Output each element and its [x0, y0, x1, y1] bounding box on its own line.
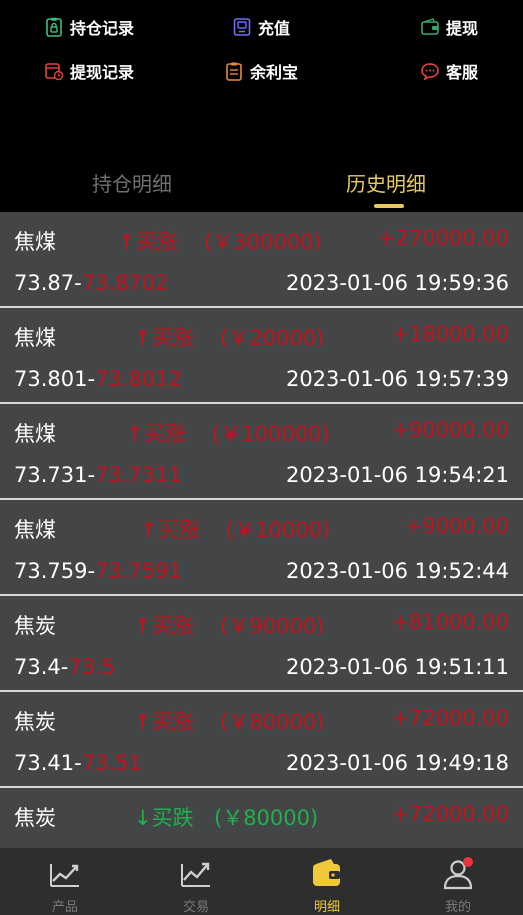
- close-price: 73.7591: [95, 559, 182, 583]
- product-name: 焦炭: [14, 806, 56, 830]
- profit-amount: +90000.00: [391, 418, 509, 442]
- product-name: 焦煤: [14, 422, 56, 446]
- stake-amount: (￥20000): [220, 326, 325, 350]
- timestamp: 2023-01-06 19:57:39: [285, 367, 509, 391]
- quick-action-label: 充值: [258, 19, 291, 38]
- list-item[interactable]: 焦煤 ↑买涨 (￥300000) +270000.00 73.87-73.870…: [0, 212, 523, 308]
- bottom-nav: 产品 交易 明细 我的: [0, 848, 523, 915]
- price-range: 73.731-73.7311: [14, 463, 182, 487]
- clipboard-icon: [226, 62, 242, 81]
- clipboard-lock-icon: [46, 17, 62, 37]
- nav-item-products[interactable]: 产品: [0, 848, 130, 915]
- direction-label: ↓买跌: [134, 806, 194, 830]
- profit-amount: +9000.00: [404, 514, 509, 538]
- nav-label: 交易: [182, 900, 209, 915]
- product-name: 焦煤: [14, 518, 56, 542]
- open-price: 73.759-: [14, 559, 96, 583]
- header-area: 持仓记录 充值 提现 提现记录 余利宝 客服 持仓明细 历史明细: [0, 0, 523, 212]
- tab-positions[interactable]: 持仓明细: [92, 168, 172, 197]
- list-item[interactable]: 焦炭 ↑买涨 (￥80000) +72000.00 73.41-73.51 20…: [0, 692, 523, 788]
- list-item[interactable]: 焦炭 ↓买跌 (￥80000) +72000.00: [0, 788, 523, 848]
- price-range: 73.4-73.5: [14, 655, 115, 679]
- timestamp: 2023-01-06 19:59:36: [285, 271, 509, 295]
- open-price: 73.4-: [14, 655, 69, 679]
- list-item[interactable]: 焦煤 ↑买涨 (￥10000) +9000.00 73.759-73.7591 …: [0, 500, 523, 596]
- close-price: 73.8702: [81, 271, 169, 295]
- quick-action-label: 提现: [446, 19, 479, 38]
- direction-label: ↑买涨: [134, 614, 194, 638]
- product-name: 焦炭: [14, 710, 56, 734]
- product-name: 焦炭: [14, 614, 56, 638]
- product-name: 焦煤: [14, 326, 56, 350]
- stake-amount: (￥300000): [204, 230, 322, 254]
- quick-action-withdraw-record[interactable]: 提现记录: [44, 59, 134, 83]
- nav-label: 明细: [313, 900, 340, 915]
- profit-amount: +270000.00: [377, 226, 509, 250]
- quick-action-withdraw[interactable]: 提现: [420, 15, 478, 39]
- notification-dot: [463, 857, 473, 867]
- direction-label: ↑买涨: [134, 326, 194, 350]
- nav-item-details[interactable]: 明细: [262, 848, 392, 915]
- stake-amount: (￥10000): [226, 518, 331, 542]
- nav-label: 产品: [51, 900, 78, 915]
- tab-indicator: [374, 204, 404, 208]
- quick-action-yulibao[interactable]: 余利宝: [224, 59, 298, 83]
- close-price: 73.8012: [95, 367, 182, 391]
- nav-label: 我的: [444, 900, 471, 915]
- stake-amount: (￥90000): [220, 614, 325, 638]
- direction-label: ↑买涨: [126, 422, 186, 446]
- list-item[interactable]: 焦炭 ↑买涨 (￥90000) +81000.00 73.4-73.5 2023…: [0, 596, 523, 692]
- price-range: 73.41-73.51: [14, 751, 142, 775]
- quick-action-customer-service[interactable]: 客服: [420, 59, 478, 83]
- wallet-icon: [313, 859, 340, 886]
- profit-amount: +72000.00: [391, 802, 509, 826]
- quick-action-label: 客服: [446, 63, 479, 82]
- list-item[interactable]: 焦煤 ↑买涨 (￥100000) +90000.00 73.731-73.731…: [0, 404, 523, 500]
- quick-action-positions-record[interactable]: 持仓记录: [44, 15, 134, 39]
- timestamp: 2023-01-06 19:49:18: [285, 751, 509, 775]
- quick-action-label: 余利宝: [250, 63, 299, 82]
- close-price: 73.51: [81, 751, 142, 775]
- open-price: 73.801-: [14, 367, 96, 391]
- price-range: 73.87-73.8702: [14, 271, 169, 295]
- timestamp: 2023-01-06 19:52:44: [285, 559, 509, 583]
- nav-item-trade[interactable]: 交易: [131, 848, 261, 915]
- quick-action-recharge[interactable]: 充值: [232, 15, 290, 39]
- price-range: 73.801-73.8012: [14, 367, 182, 391]
- timestamp: 2023-01-06 19:51:11: [285, 655, 509, 679]
- price-range: 73.759-73.7591: [14, 559, 182, 583]
- timestamp: 2023-01-06 19:54:21: [285, 463, 509, 487]
- quick-action-label: 提现记录: [70, 63, 135, 82]
- direction-label: ↑买涨: [140, 518, 200, 542]
- quick-action-label: 持仓记录: [70, 19, 135, 38]
- chat-bubble-icon: [421, 63, 439, 81]
- wallet-icon: [421, 18, 439, 35]
- profit-amount: +18000.00: [391, 322, 509, 346]
- tab-bar: 持仓明细 历史明细: [0, 160, 523, 212]
- profit-amount: +72000.00: [391, 706, 509, 730]
- close-price: 73.5: [68, 655, 116, 679]
- device-icon: [233, 18, 251, 36]
- calendar-clock-icon: [45, 63, 64, 81]
- product-name: 焦煤: [14, 230, 56, 254]
- direction-label: ↑买涨: [134, 710, 194, 734]
- stake-amount: (￥80000): [220, 710, 325, 734]
- stake-amount: (￥80000): [214, 806, 319, 830]
- open-price: 73.41-: [14, 751, 82, 775]
- tab-history[interactable]: 历史明细: [346, 168, 426, 197]
- stake-amount: (￥100000): [212, 422, 330, 446]
- open-price: 73.731-: [14, 463, 96, 487]
- profit-amount: +81000.00: [391, 610, 509, 634]
- close-price: 73.7311: [95, 463, 182, 487]
- open-price: 73.87-: [14, 271, 82, 295]
- list-item[interactable]: 焦煤 ↑买涨 (￥20000) +18000.00 73.801-73.8012…: [0, 308, 523, 404]
- trend-chart-icon: [181, 862, 210, 887]
- history-list[interactable]: 焦煤 ↑买涨 (￥300000) +270000.00 73.87-73.870…: [0, 212, 523, 848]
- nav-item-profile[interactable]: 我的: [393, 848, 523, 915]
- line-chart-icon: [50, 864, 79, 887]
- direction-label: ↑买涨: [118, 230, 178, 254]
